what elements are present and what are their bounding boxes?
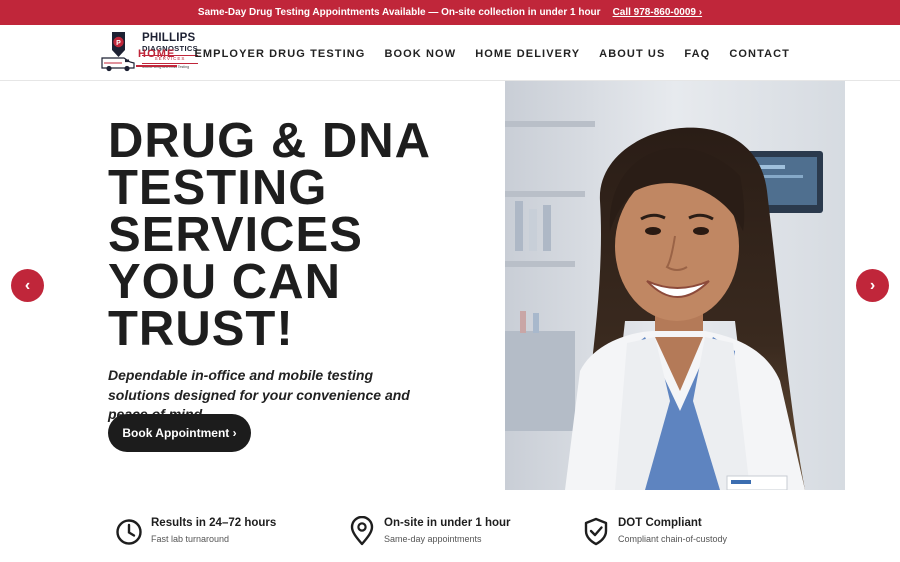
announcement-bar: Same-Day Drug Testing Appointments Avail… <box>0 0 900 25</box>
feature-title: On-site in under 1 hour <box>384 517 511 529</box>
map-pin-icon <box>350 516 374 546</box>
nav-home-delivery[interactable]: HOME DELIVERY <box>475 34 580 72</box>
site-header: P PHILLIPS DIAGNOSTICS SERVICES Mobile D… <box>0 25 900 81</box>
announcement-text: Same-Day Drug Testing Appointments Avail… <box>197 7 601 18</box>
book-appointment-button[interactable]: Book Appointment › <box>108 414 251 452</box>
clock-icon <box>116 519 142 545</box>
chevron-right-icon: › <box>869 276 876 294</box>
feature-dot-compliant: DOT Compliant Compliant chain-of-custody <box>582 514 727 546</box>
carousel-next-button[interactable]: › <box>856 269 889 302</box>
hero-title-line: YOU CAN <box>108 255 341 309</box>
hero-title-line: SERVICES <box>108 208 363 262</box>
feature-results: Results in 24–72 hours Fast lab turnarou… <box>115 514 276 546</box>
nav-home[interactable]: HOME <box>136 34 178 72</box>
feature-subtitle: Compliant chain-of-custody <box>618 534 728 544</box>
hero-photo <box>505 81 845 490</box>
nav-about-us[interactable]: ABOUT US <box>599 34 665 72</box>
nav-book-now[interactable]: BOOK NOW <box>384 34 456 72</box>
feature-title: Results in 24–72 hours <box>151 517 277 529</box>
feature-title: DOT Compliant <box>618 517 702 529</box>
hero-photo-illustration <box>505 81 845 490</box>
nav-contact[interactable]: CONTACT <box>729 34 790 72</box>
svg-text:P: P <box>116 40 121 47</box>
carousel-prev-button[interactable]: ‹ <box>11 269 44 302</box>
hero-title-line: TRUST! <box>108 302 294 356</box>
hero-title: DRUG & DNA TESTING SERVICES YOU CAN TRUS… <box>108 114 488 356</box>
logo-van-icon: P <box>101 32 135 72</box>
call-link[interactable]: Call 978-860-0009 › <box>613 7 703 18</box>
main-nav: HOME EMPLOYER DRUG TESTING BOOK NOW HOME… <box>136 25 790 81</box>
feature-subtitle: Fast lab turnaround <box>151 534 230 544</box>
nav-employer-drug-testing[interactable]: EMPLOYER DRUG TESTING <box>194 34 365 72</box>
nav-faq[interactable]: FAQ <box>684 34 710 72</box>
hero-title-line: DRUG & DNA <box>108 114 432 168</box>
hero-title-line: TESTING <box>108 161 328 215</box>
shield-check-icon <box>584 517 608 546</box>
feature-subtitle: Same-day appointments <box>384 534 482 544</box>
chevron-left-icon: ‹ <box>24 276 31 294</box>
feature-onsite: On-site in under 1 hour Same-day appoint… <box>348 514 511 546</box>
